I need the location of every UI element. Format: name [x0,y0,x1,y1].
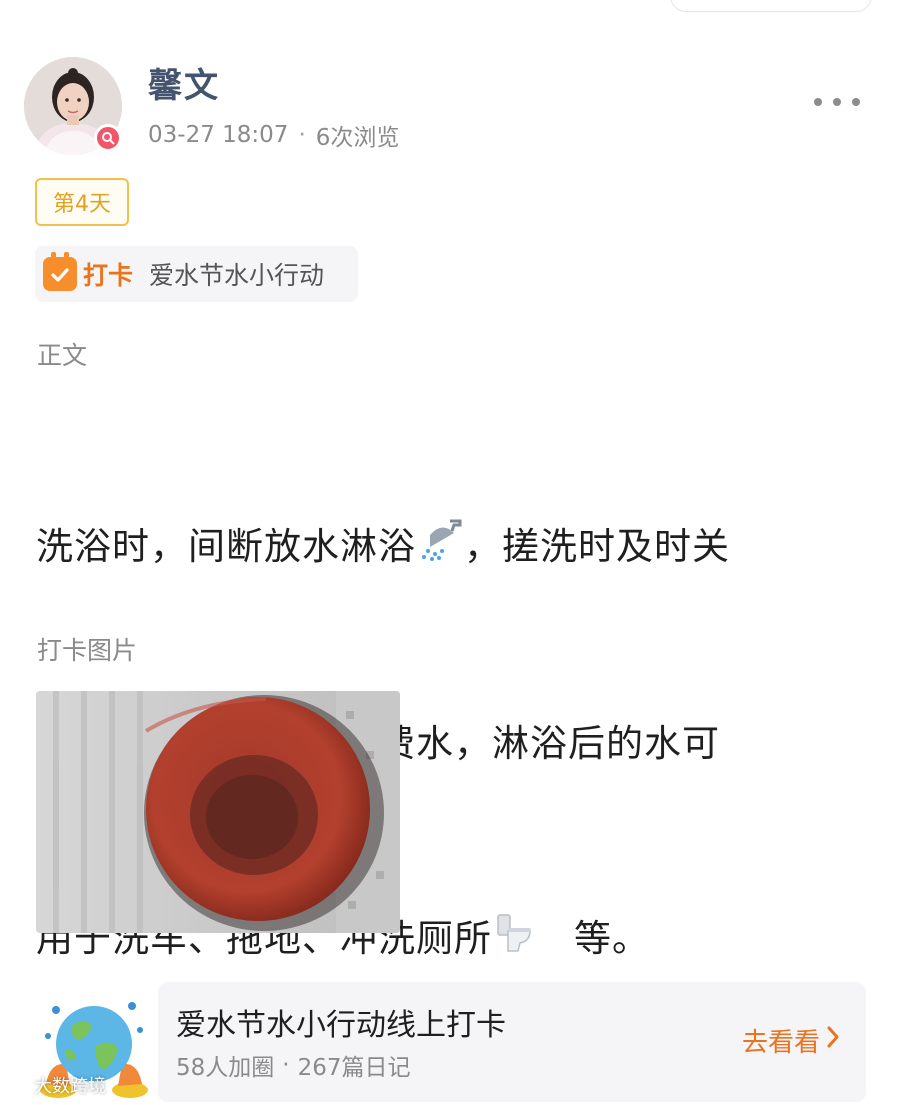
shower-icon [416,516,464,581]
chevron-right-icon [826,1025,840,1056]
group-card[interactable]: 爱水节水小行动线上打卡 58人加圈 · 267篇日记 去看看 [36,982,866,1102]
group-member-count: 58人加圈 [176,1055,275,1081]
checkin-photo[interactable] [36,691,400,933]
post-meta: 03-27 18:07 · 6次浏览 [148,118,399,152]
body-line-1: 洗浴时，间断放水淋浴 ，搓洗时及时关 [36,514,816,581]
more-options-button[interactable] [814,88,860,116]
body-text-segment: 等。 [536,917,650,960]
day-badge: 第4天 [35,178,129,226]
checkin-topic-tag[interactable]: 打卡 爱水节水小行动 [35,246,358,302]
view-group-label: 去看看 [742,1028,821,1058]
toilet-icon [492,908,536,973]
calendar-icon [43,252,77,291]
top-search-pill[interactable] [670,0,872,12]
post-detail-page: 馨文 03-27 18:07 · 6次浏览 第4天 打卡 爱水节水小行动 正文 … [0,0,900,1105]
photo-section-label: 打卡图片 [37,636,138,665]
watermark: 大数跨境 [6,1072,106,1098]
body-text-segment: 洗浴时，间断放水淋浴 [36,525,416,568]
more-dot-icon [814,98,822,106]
body-section-label: 正文 [37,341,88,370]
post-date: 03-27 18:07 [148,122,289,148]
group-title: 爱水节水小行动线上打卡 [176,1008,506,1043]
checkin-topic-name: 爱水节水小行动 [149,261,325,290]
body-text-segment: ，搓洗时及时关 [464,525,730,568]
watermark-logo-icon [6,1076,28,1094]
checkin-photo-image [36,691,400,933]
stats-separator: · [282,1052,290,1078]
meta-separator: · [298,122,306,148]
group-diary-count: 267篇日记 [297,1055,411,1081]
view-count: 6次浏览 [315,125,400,151]
more-dot-icon [852,98,860,106]
view-group-button[interactable]: 去看看 [742,1022,840,1059]
more-dot-icon [833,98,841,106]
watermark-text: 大数跨境 [34,1076,106,1097]
username[interactable]: 馨文 [148,58,220,107]
verified-badge-icon [94,124,122,152]
group-stats: 58人加圈 · 267篇日记 [176,1048,411,1082]
checkin-label: 打卡 [83,261,134,290]
